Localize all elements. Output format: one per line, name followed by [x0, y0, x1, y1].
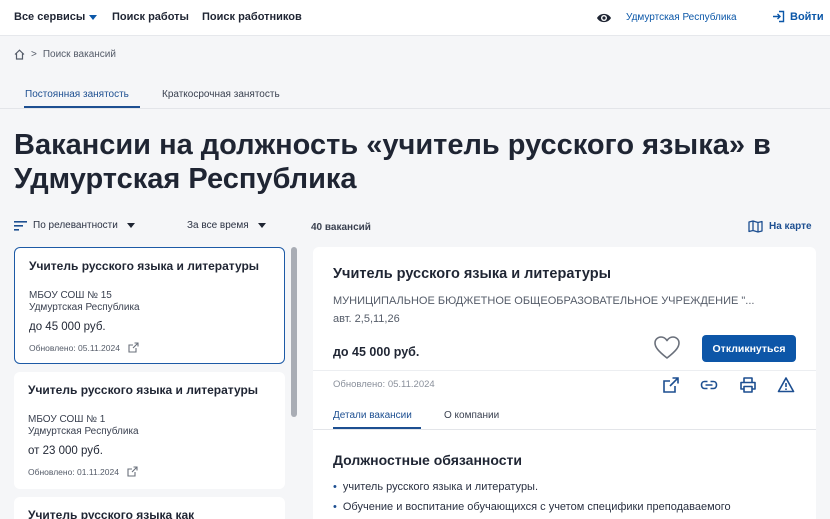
- vacancy-card-org: МБОУ СОШ № 15: [29, 290, 112, 301]
- vacancy-card-updated: Обновлено: 01.11.2024: [28, 466, 138, 477]
- vacancy-card-salary: от 23 000 руб.: [28, 445, 103, 457]
- external-link-icon[interactable]: [127, 466, 138, 477]
- employment-tabs: Постоянная занятость Краткосрочная занят…: [0, 80, 830, 109]
- sort-icon: [14, 220, 27, 231]
- sort-label: По релевантности: [33, 220, 118, 231]
- duties-heading: Должностные обязанности: [333, 452, 522, 468]
- duty-item: учитель русского языка и литературы.: [333, 481, 538, 493]
- home-icon[interactable]: [14, 49, 25, 60]
- tab-short-term[interactable]: Краткосрочная занятость: [162, 89, 280, 100]
- sort-dropdown[interactable]: По релевантности: [14, 220, 135, 231]
- map-label: На карте: [769, 221, 812, 232]
- chevron-down-icon: [89, 14, 98, 20]
- divider: [313, 370, 816, 371]
- external-link-icon[interactable]: [662, 376, 680, 394]
- chevron-down-icon: [257, 223, 266, 228]
- job-search-link[interactable]: Поиск работы: [112, 11, 189, 23]
- region-selector[interactable]: Удмуртская Республика: [626, 12, 737, 23]
- detail-salary: до 45 000 руб.: [333, 345, 420, 359]
- detail-title: Учитель русского языка и литературы: [333, 266, 611, 282]
- breadcrumb-separator: >: [31, 49, 37, 60]
- tab-permanent[interactable]: Постоянная занятость: [25, 89, 129, 100]
- vacancy-card[interactable]: Учитель русского языка и литературы МБОУ…: [14, 247, 285, 364]
- detail-org: МУНИЦИПАЛЬНОЕ БЮДЖЕТНОЕ ОБЩЕОБРАЗОВАТЕЛЬ…: [333, 295, 755, 307]
- divider: [313, 429, 816, 430]
- vacancy-card-date: Обновлено: 05.11.2024: [29, 342, 120, 353]
- vacancy-card-org: МБОУ СОШ № 1: [28, 414, 106, 425]
- external-link-icon[interactable]: [128, 342, 139, 353]
- vacancy-card-title: Учитель русского языка и литературы: [29, 259, 260, 273]
- vacancy-detail-panel: Учитель русского языка и литературы МУНИ…: [313, 247, 816, 519]
- tab-about-company[interactable]: О компании: [444, 410, 499, 421]
- detail-updated: Обновлено: 05.11.2024: [333, 379, 435, 390]
- eye-icon[interactable]: [596, 11, 612, 25]
- worker-search-link[interactable]: Поиск работников: [202, 11, 302, 23]
- vacancy-card-region: Удмуртская Республика: [29, 302, 140, 313]
- vacancy-card-title: Учитель русского языка и литературы: [28, 383, 259, 397]
- vacancy-count: 40 вакансий: [311, 222, 371, 233]
- top-navigation: Все сервисы Поиск работы Поиск работнико…: [0, 0, 830, 36]
- vacancy-card[interactable]: Учитель русского языка и литературы МБОУ…: [14, 372, 285, 489]
- login-button[interactable]: Войти: [772, 10, 824, 23]
- print-icon[interactable]: [739, 376, 757, 394]
- chevron-down-icon: [126, 223, 135, 228]
- vacancy-card-date: Обновлено: 01.11.2024: [28, 466, 119, 477]
- login-icon: [773, 10, 785, 23]
- login-label: Войти: [790, 10, 824, 23]
- vacancy-card-title: Учитель русского языка как: [28, 508, 195, 519]
- map-button[interactable]: На карте: [748, 220, 812, 233]
- all-services-label: Все сервисы: [14, 11, 86, 23]
- vacancy-card-updated: Обновлено: 05.11.2024: [29, 342, 139, 353]
- all-services-menu[interactable]: Все сервисы: [14, 11, 98, 23]
- vacancy-card-salary: до 45 000 руб.: [29, 321, 106, 333]
- heart-icon[interactable]: [653, 335, 681, 361]
- period-label: За все время: [187, 220, 249, 231]
- breadcrumb: > Поиск вакансий: [14, 49, 116, 60]
- apply-button[interactable]: Откликнуться: [702, 335, 796, 362]
- detail-address: авт. 2,5,11,26: [333, 313, 400, 325]
- duty-item: Обучение и воспитание обучающихся с учет…: [333, 501, 731, 513]
- vacancy-card-region: Удмуртская Республика: [28, 426, 139, 437]
- map-icon: [748, 220, 763, 233]
- tab-vacancy-details[interactable]: Детали вакансии: [333, 410, 412, 421]
- vacancy-card[interactable]: Учитель русского языка как: [14, 497, 285, 519]
- warning-icon[interactable]: [777, 376, 795, 394]
- period-dropdown[interactable]: За все время: [187, 220, 266, 231]
- list-scrollbar[interactable]: [291, 247, 297, 417]
- page-title: Вакансии на должность «учитель русского …: [14, 129, 771, 195]
- link-icon[interactable]: [700, 376, 718, 394]
- active-tab-indicator: [24, 106, 140, 108]
- breadcrumb-current: Поиск вакансий: [42, 49, 116, 60]
